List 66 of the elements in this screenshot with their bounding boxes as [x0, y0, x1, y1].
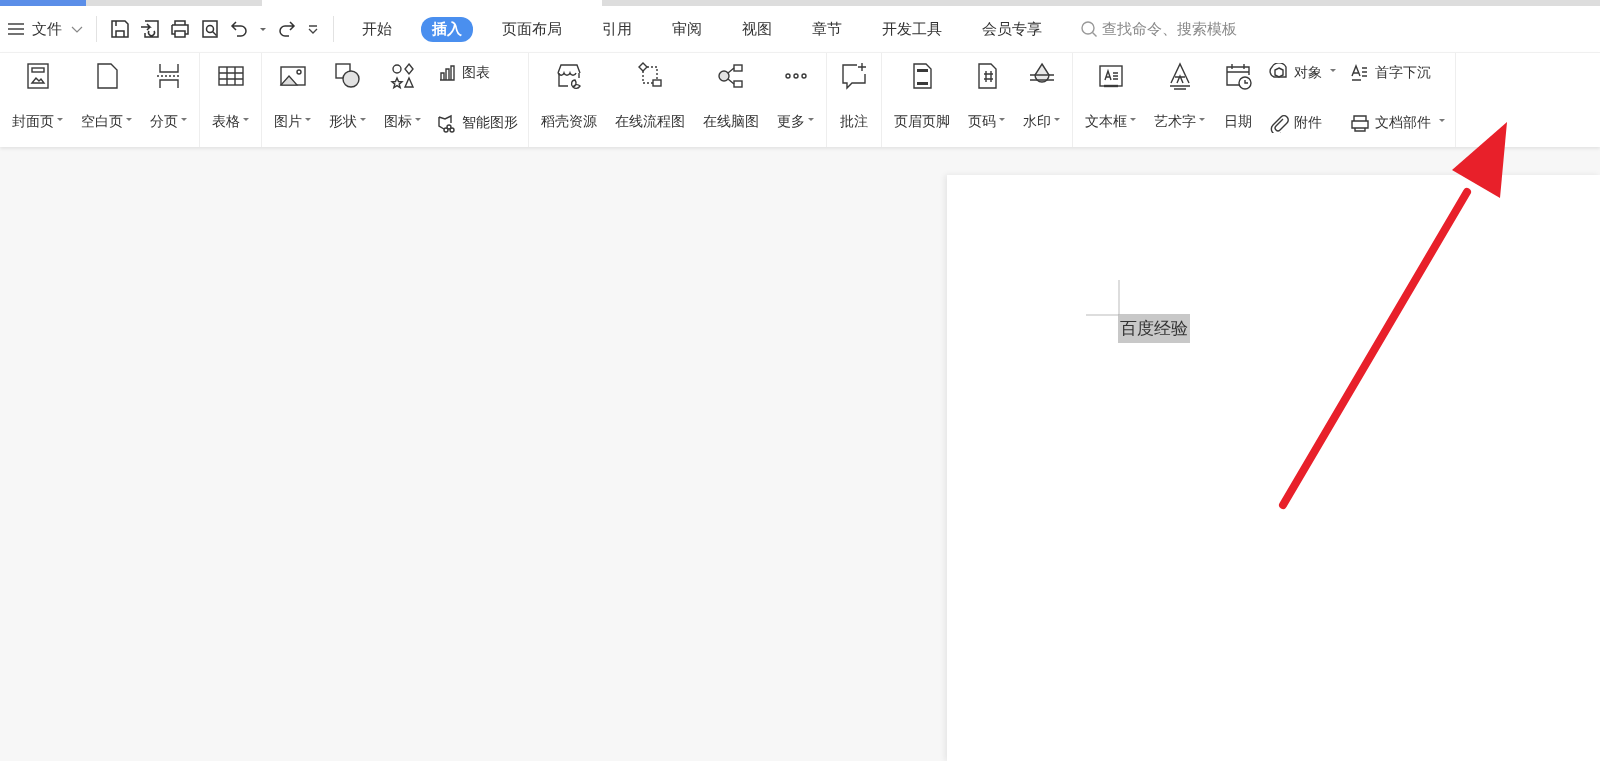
ribbon-button[interactable]: 图片 — [268, 53, 317, 147]
document-text: 百度经验 — [1118, 314, 1190, 343]
caret-icon — [1199, 117, 1205, 121]
ribbon-button[interactable]: 批注 — [833, 53, 875, 147]
drop-cap-icon — [1350, 63, 1370, 83]
caret-icon — [1054, 117, 1060, 121]
caret-icon — [1330, 68, 1336, 72]
ribbon-button[interactable]: 封面页 — [6, 53, 69, 147]
caret-icon — [1130, 117, 1136, 121]
caret-icon — [305, 117, 311, 121]
margin-corner-mark — [1086, 280, 1120, 316]
caret-icon — [1439, 118, 1445, 122]
paperclip-icon — [1269, 113, 1289, 133]
calendar-clock-icon — [1223, 61, 1253, 91]
ribbon-button[interactable]: 分页 — [144, 53, 193, 147]
file-menu[interactable]: 文件 — [32, 19, 62, 39]
ribbon-button[interactable]: 表格 — [206, 53, 255, 147]
ribbon-button[interactable]: 智能图形 — [437, 113, 518, 133]
ribbon-button[interactable]: 在线流程图 — [609, 53, 691, 147]
ribbon-button[interactable]: 在线脑图 — [697, 53, 765, 147]
ribbon-tab[interactable]: 视图 — [731, 16, 783, 42]
ribbon-button[interactable]: 水印 — [1017, 53, 1066, 147]
ribbon-button[interactable]: 日期 — [1217, 53, 1259, 147]
ribbon-tab[interactable]: 审阅 — [661, 16, 713, 42]
caret-icon — [181, 117, 187, 121]
ribbon-button[interactable]: 形状 — [323, 53, 372, 147]
ribbon-tab[interactable]: 会员专享 — [971, 16, 1053, 42]
ribbon-button[interactable]: 首字下沉 — [1350, 63, 1445, 83]
ribbon-button[interactable]: 更多 — [771, 53, 820, 147]
ribbon-button[interactable]: 稻壳资源 — [535, 53, 603, 147]
caret-icon[interactable] — [259, 25, 267, 33]
ribbon-tab[interactable]: 开始 — [351, 16, 403, 42]
print-icon[interactable] — [169, 18, 191, 40]
ribbon-tab[interactable]: 页面布局 — [491, 16, 573, 42]
caret-icon — [415, 117, 421, 121]
search-icon — [1080, 20, 1098, 38]
ribbon-tab[interactable]: 开发工具 — [871, 16, 953, 42]
ribbon-button[interactable]: 图表 — [437, 63, 518, 83]
shapes-icon — [332, 61, 363, 91]
caret-icon — [360, 117, 366, 121]
caret-icon — [57, 117, 63, 121]
caret-icon — [243, 117, 249, 121]
save-icon[interactable] — [109, 18, 131, 40]
comment-icon — [839, 61, 869, 91]
ribbon-button[interactable]: 文档部件 — [1350, 113, 1445, 133]
ribbon-button[interactable]: 对象 — [1269, 63, 1336, 83]
store-icon — [554, 61, 584, 91]
export-icon[interactable] — [139, 18, 161, 40]
caret-icon — [126, 117, 132, 121]
ribbon-tab[interactable]: 引用 — [591, 16, 643, 42]
bar-chart-icon — [437, 63, 457, 83]
caret-icon — [808, 117, 814, 121]
ribbon-button[interactable]: 文本框 — [1079, 53, 1142, 147]
search-field[interactable]: 查找命令、搜索模板 — [1080, 19, 1274, 39]
document-parts-icon — [1350, 113, 1370, 133]
ribbon-tab[interactable]: 章节 — [801, 16, 853, 42]
ribbon-button[interactable]: 页码 — [962, 53, 1011, 147]
ribbon-button[interactable]: 艺术字 — [1148, 53, 1211, 147]
print-preview-icon[interactable] — [199, 18, 221, 40]
smart-graphic-icon — [437, 113, 457, 133]
caret-icon — [999, 117, 1005, 121]
ribbon-button[interactable]: 图标 — [378, 53, 427, 147]
ribbon-button[interactable]: 空白页 — [75, 53, 138, 147]
mind-map-icon — [716, 61, 746, 91]
ribbon-button[interactable]: 附件 — [1269, 113, 1336, 133]
ribbon-button[interactable]: 页眉页脚 — [888, 53, 956, 147]
